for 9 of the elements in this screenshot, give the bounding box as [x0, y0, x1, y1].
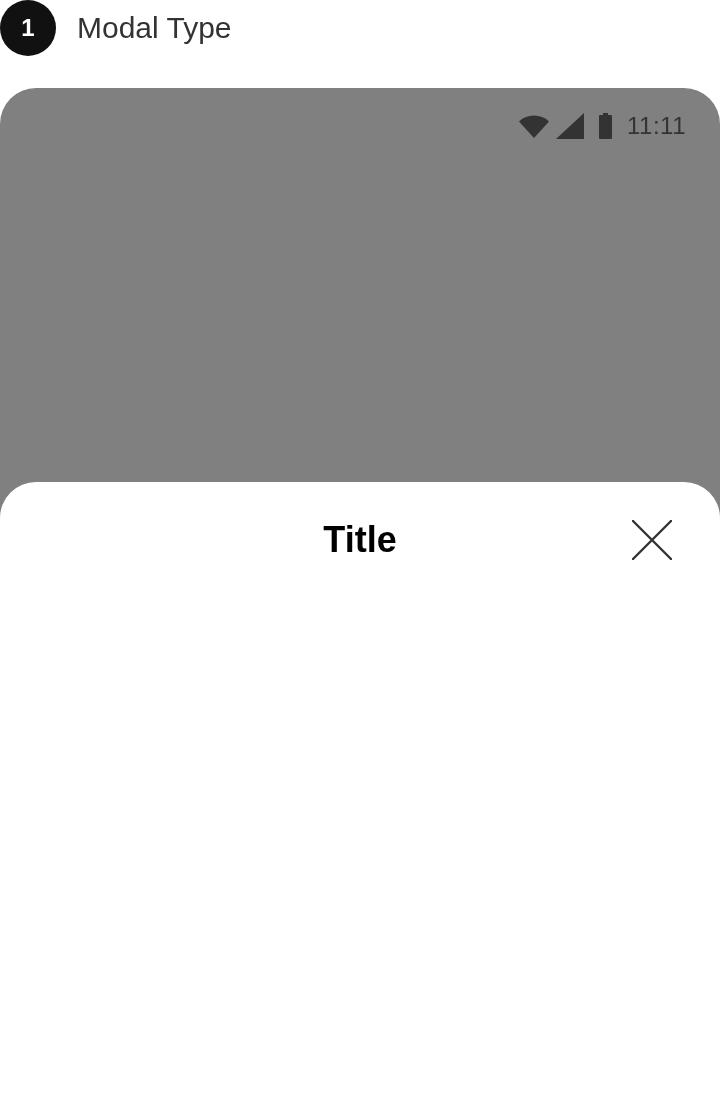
battery-icon: [599, 113, 612, 139]
step-label: Modal Type: [77, 11, 232, 45]
close-icon: [632, 520, 672, 560]
signal-icon: [556, 113, 584, 139]
step-number-badge: 1: [0, 0, 56, 56]
close-button[interactable]: [632, 520, 672, 560]
status-time: 11:11: [627, 112, 686, 140]
wifi-icon: [519, 114, 549, 138]
sheet-title: Title: [323, 519, 397, 561]
